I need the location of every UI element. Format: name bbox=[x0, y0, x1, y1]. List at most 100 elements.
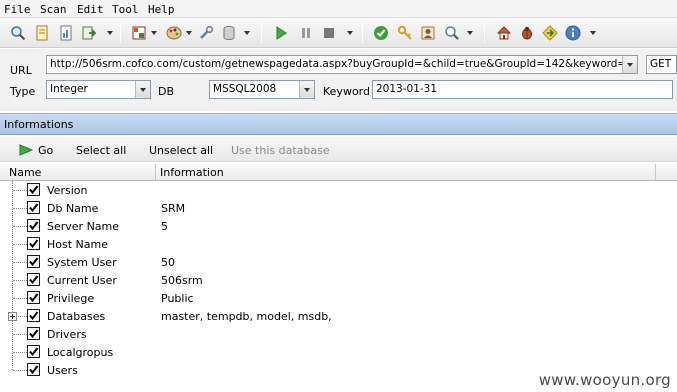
table-row[interactable]: Drivers bbox=[0, 325, 677, 343]
bug-icon[interactable] bbox=[518, 24, 536, 42]
grid-header: Name Information bbox=[0, 164, 677, 181]
tree-connector bbox=[13, 262, 27, 263]
zoom-dropdown[interactable] bbox=[466, 26, 475, 40]
url-label: URL bbox=[10, 64, 32, 77]
tree-connector bbox=[13, 334, 27, 335]
row-checkbox[interactable] bbox=[27, 201, 40, 214]
site-icon[interactable] bbox=[130, 24, 148, 42]
key-icon[interactable] bbox=[396, 24, 414, 42]
palette-dropdown[interactable] bbox=[185, 26, 194, 40]
stop-icon[interactable] bbox=[320, 24, 338, 42]
expand-icon[interactable] bbox=[8, 312, 17, 321]
export-dropdown[interactable] bbox=[106, 26, 115, 40]
menu-help[interactable]: Help bbox=[148, 3, 175, 16]
table-row[interactable]: Databases master, tempdb, model, msdb, bbox=[0, 307, 677, 325]
unselect-all-button[interactable]: Unselect all bbox=[149, 144, 213, 157]
information-grid: Version Db Name SRM Server Name 5 Host Name Sy… bbox=[0, 181, 677, 392]
stop-dropdown[interactable] bbox=[346, 26, 355, 40]
column-information-header[interactable]: Information bbox=[160, 166, 224, 179]
cell-name: Server Name bbox=[47, 220, 120, 233]
import-icon[interactable] bbox=[541, 24, 559, 42]
row-checkbox[interactable] bbox=[27, 345, 40, 358]
search-icon[interactable] bbox=[9, 24, 27, 42]
table-row[interactable]: Db Name SRM bbox=[0, 199, 677, 217]
document-icon[interactable] bbox=[33, 24, 51, 42]
row-checkbox[interactable] bbox=[27, 291, 40, 304]
use-database-button[interactable]: Use this database bbox=[231, 144, 330, 157]
checkmark-icon bbox=[29, 203, 39, 213]
checkmark-icon bbox=[29, 257, 39, 267]
menu-file[interactable]: File bbox=[4, 3, 31, 16]
watermark: www.wooyun.org bbox=[538, 371, 671, 389]
table-row[interactable]: Host Name bbox=[0, 235, 677, 253]
column-name-header[interactable]: Name bbox=[9, 166, 41, 179]
cell-name: Current User bbox=[47, 274, 117, 287]
table-row[interactable]: Localgropus bbox=[0, 343, 677, 361]
row-checkbox[interactable] bbox=[27, 255, 40, 268]
table-row[interactable]: Current User 506srm bbox=[0, 271, 677, 289]
table-row[interactable]: Server Name 5 bbox=[0, 217, 677, 235]
tree-connector bbox=[13, 352, 27, 353]
tree-connector bbox=[13, 280, 27, 281]
menu-scan[interactable]: Scan bbox=[40, 3, 67, 16]
table-row[interactable]: Version bbox=[0, 181, 677, 199]
cell-name: Drivers bbox=[47, 328, 87, 341]
site-dropdown[interactable] bbox=[150, 26, 159, 40]
cell-name: Users bbox=[47, 364, 78, 377]
report-icon[interactable] bbox=[57, 24, 75, 42]
tree-connector bbox=[13, 226, 27, 227]
type-label: Type bbox=[10, 85, 36, 98]
checkmark-icon bbox=[29, 293, 39, 303]
type-dropdown[interactable] bbox=[135, 81, 150, 98]
type-value: Integer bbox=[50, 83, 88, 95]
row-checkbox[interactable] bbox=[27, 219, 40, 232]
palette-icon[interactable] bbox=[165, 24, 183, 42]
database-icon[interactable] bbox=[220, 24, 238, 42]
row-checkbox[interactable] bbox=[27, 273, 40, 286]
check-icon[interactable] bbox=[372, 24, 390, 42]
url-history-dropdown[interactable] bbox=[622, 56, 637, 73]
cell-name: System User bbox=[47, 256, 117, 269]
go-button[interactable]: Go bbox=[38, 144, 53, 157]
url-value: http://506srm.cofco.com/custom/getnewspa… bbox=[50, 58, 638, 70]
tree-connector bbox=[13, 190, 27, 191]
action-bar: Go Select all Unselect all Use this data… bbox=[0, 137, 677, 162]
info-icon[interactable] bbox=[564, 24, 582, 42]
checkmark-icon bbox=[29, 311, 39, 321]
table-row[interactable]: Privilege Public bbox=[0, 289, 677, 307]
checkmark-icon bbox=[29, 347, 39, 357]
menu-bar: File Scan Edit Tool Help bbox=[0, 0, 677, 18]
info-dropdown[interactable] bbox=[589, 26, 598, 40]
export-icon[interactable] bbox=[80, 24, 98, 42]
cell-name: Host Name bbox=[47, 238, 108, 251]
url-input[interactable]: http://506srm.cofco.com/custom/getnewspa… bbox=[46, 55, 638, 74]
menu-tool[interactable]: Tool bbox=[112, 3, 139, 16]
wrench-icon[interactable] bbox=[197, 24, 215, 42]
cell-name: Databases bbox=[47, 310, 106, 323]
panel-title: Informations bbox=[4, 118, 74, 131]
row-checkbox[interactable] bbox=[27, 327, 40, 340]
checkmark-icon bbox=[29, 275, 39, 285]
row-checkbox[interactable] bbox=[27, 363, 40, 376]
db-dropdown[interactable] bbox=[299, 81, 314, 98]
method-select[interactable]: GET bbox=[646, 55, 677, 74]
menu-edit[interactable]: Edit bbox=[77, 3, 104, 16]
cell-information: 50 bbox=[161, 256, 175, 269]
keyword-value: 2013-01-31 bbox=[376, 83, 438, 95]
database-dropdown[interactable] bbox=[243, 26, 252, 40]
tree-connector bbox=[13, 298, 27, 299]
cell-name: Version bbox=[47, 184, 88, 197]
keyword-input[interactable]: 2013-01-31 bbox=[372, 80, 673, 99]
home-icon[interactable] bbox=[495, 24, 513, 42]
play-icon[interactable] bbox=[272, 24, 290, 42]
row-checkbox[interactable] bbox=[27, 237, 40, 250]
row-checkbox[interactable] bbox=[27, 309, 40, 322]
go-arrow-icon[interactable] bbox=[19, 144, 33, 156]
keyword-label: Keyword bbox=[323, 85, 370, 98]
table-row[interactable]: System User 50 bbox=[0, 253, 677, 271]
select-all-button[interactable]: Select all bbox=[76, 144, 126, 157]
zoom-icon[interactable] bbox=[443, 24, 461, 42]
row-checkbox[interactable] bbox=[27, 183, 40, 196]
user-icon[interactable] bbox=[419, 24, 437, 42]
pause-icon[interactable] bbox=[297, 24, 315, 42]
